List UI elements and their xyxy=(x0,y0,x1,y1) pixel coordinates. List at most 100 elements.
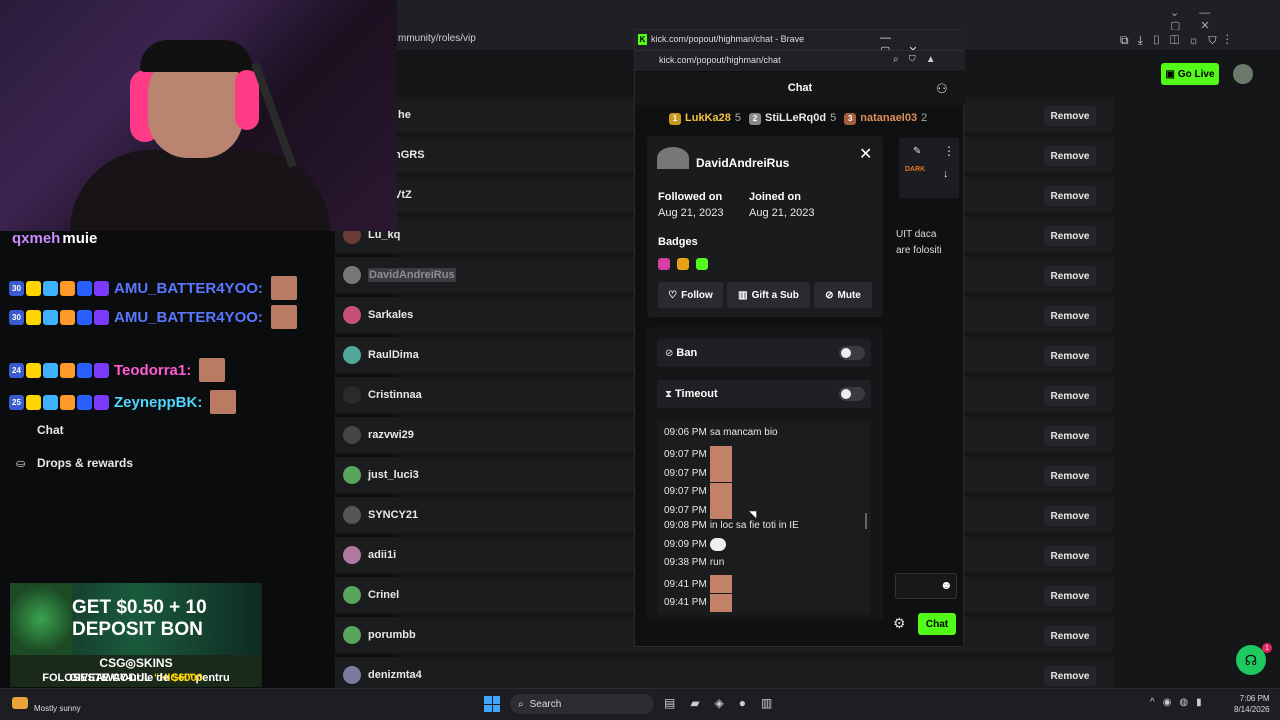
gifter-item[interactable]: 3 natanael03 2 xyxy=(844,112,927,125)
history-message: 09:09 PM xyxy=(664,538,726,551)
history-message: 09:41 PM xyxy=(664,575,732,593)
moderation-panel: ⊘ Ban ⧗ Timeout 09:06 PM sa mancam bio 09:… xyxy=(647,327,883,621)
top-gifters: 1 LukKa28 5 2 StiLLeRq0d 5 3 natanael03 2 xyxy=(669,112,935,125)
system-tray[interactable]: ^◉◍▮ xyxy=(1150,697,1210,708)
follow-button[interactable]: ♡ Follow xyxy=(658,282,723,308)
vip-username[interactable]: porumbb xyxy=(368,629,416,641)
remove-button[interactable]: Remove xyxy=(1044,106,1096,126)
history-message: 09:38 PM run xyxy=(664,557,724,568)
vip-username[interactable]: SYNCY21 xyxy=(368,509,418,521)
vip-username[interactable]: nGRS xyxy=(394,149,425,161)
chat-title: Chat xyxy=(787,82,813,94)
users-icon[interactable]: ⚇ xyxy=(936,81,948,97)
badge-icon xyxy=(77,394,92,410)
vip-username[interactable]: denizmta4 xyxy=(368,669,422,681)
badge-icon xyxy=(60,309,75,325)
timeout-toggle[interactable] xyxy=(839,387,865,401)
history-time: 09:38 PM xyxy=(664,556,707,568)
expand-down-icon[interactable]: ↓ xyxy=(943,168,949,180)
message-history[interactable]: 09:06 PM sa mancam bio 09:07 PM 09:07 PM 09:… xyxy=(657,423,871,615)
chat-username: Teodorra1: xyxy=(114,361,192,379)
popup-url-icons[interactable]: ⌕⛉▲ xyxy=(893,54,946,65)
remove-button[interactable]: Remove xyxy=(1044,146,1096,166)
vip-username[interactable]: Cristinnaa xyxy=(368,389,422,401)
remove-button[interactable]: Remove xyxy=(1044,626,1096,646)
remove-button[interactable]: Remove xyxy=(1044,506,1096,526)
remove-button[interactable]: Remove xyxy=(1044,306,1096,326)
remove-button[interactable]: Remove xyxy=(1044,266,1096,286)
send-chat-button[interactable]: Chat xyxy=(918,613,956,635)
vip-username[interactable]: DavidAndreiRus xyxy=(368,268,456,282)
emoji-icon[interactable]: ☻ xyxy=(940,578,953,592)
history-scrollbar[interactable] xyxy=(865,513,867,529)
mute-label: Mute xyxy=(837,289,861,301)
history-message: 09:07 PM xyxy=(664,464,732,482)
chat-input[interactable]: ☻ xyxy=(895,573,957,599)
og-badge-icon xyxy=(696,258,708,270)
remove-button[interactable]: Remove xyxy=(1044,386,1096,406)
taskbar-clock[interactable]: 7:06 PM 8/14/2026 xyxy=(1234,693,1270,715)
history-emote xyxy=(709,501,732,519)
close-icon[interactable]: ✕ xyxy=(859,144,872,164)
gift-sub-button[interactable]: ▥ Gift a Sub xyxy=(727,282,810,308)
sidebar-item-drops[interactable]: Drops & rewards xyxy=(37,456,133,470)
vip-username[interactable]: he xyxy=(398,109,411,121)
history-message: 09:08 PM in loc sa fie toti in IE xyxy=(664,520,799,531)
go-live-label: Go Live xyxy=(1177,68,1215,80)
ad-headline: GET $0.50 + 10 xyxy=(72,597,207,618)
pin-icon[interactable]: ✎ xyxy=(913,146,921,157)
remove-button[interactable]: Remove xyxy=(1044,346,1096,366)
remove-button[interactable]: Remove xyxy=(1044,466,1096,486)
badge-icon xyxy=(60,362,75,378)
vip-username[interactable]: RaulDima xyxy=(368,349,419,361)
pinned-message[interactable]: ✎ ⋮ DARK ↓ xyxy=(899,138,959,198)
profile-avatar[interactable] xyxy=(1233,64,1253,84)
chat-username: qxmeh xyxy=(12,230,61,247)
vip-badge-icon xyxy=(677,258,689,270)
clock-date: 8/14/2026 xyxy=(1234,705,1270,714)
vip-username[interactable]: adii1i xyxy=(368,549,396,561)
mute-button[interactable]: ⊘ Mute xyxy=(814,282,872,308)
gifter-count: 5 xyxy=(830,112,837,124)
user-avatar xyxy=(343,626,361,644)
remove-button[interactable]: Remove xyxy=(1044,546,1096,566)
vip-username[interactable]: Crinel xyxy=(368,589,399,601)
headphone-right xyxy=(235,70,259,130)
sidebar-item-chat[interactable]: Chat xyxy=(37,423,64,437)
taskbar-apps[interactable]: ▤▰◈●▥ xyxy=(664,696,787,710)
history-time: 09:06 PM xyxy=(664,427,707,438)
remove-button[interactable]: Remove xyxy=(1044,186,1096,206)
remove-button[interactable]: Remove xyxy=(1044,586,1096,606)
user-avatar xyxy=(343,386,361,404)
gifter-item[interactable]: 2 StiLLeRq0d 5 xyxy=(748,112,837,125)
user-card-username[interactable]: DavidAndreiRus xyxy=(696,156,789,170)
gift-icon: ▥ xyxy=(738,289,748,301)
remove-button[interactable]: Remove xyxy=(1044,666,1096,686)
taskbar-weather[interactable]: Mostly sunny xyxy=(34,704,81,713)
go-live-button[interactable]: ▣ Go Live xyxy=(1161,63,1219,85)
history-time: 09:07 PM xyxy=(664,486,707,497)
ad-mascot xyxy=(10,583,72,655)
history-message: 09:07 PM xyxy=(664,445,732,464)
vip-username[interactable]: Sarkales xyxy=(368,309,413,321)
ban-toggle[interactable] xyxy=(839,346,865,360)
user-avatar xyxy=(343,586,361,604)
vip-username[interactable]: razvwi29 xyxy=(368,429,414,441)
start-button[interactable] xyxy=(484,696,500,712)
more-options-icon[interactable]: ⋮ xyxy=(943,144,955,158)
badge-icon xyxy=(43,280,58,296)
settings-gear-icon[interactable]: ⚙ xyxy=(893,615,906,632)
heart-icon: ♡ xyxy=(668,289,678,301)
sub-badge-icon xyxy=(658,258,670,270)
vip-username[interactable]: just_luci3 xyxy=(368,469,419,481)
gifter-name: natanael03 xyxy=(860,112,918,124)
history-text: sa mancam bio xyxy=(709,427,778,438)
gifter-item[interactable]: 1 LukKa28 5 xyxy=(669,112,741,125)
extensions-toolbar[interactable]: ⧉⤓▯◫☼⛉⋮ xyxy=(1120,33,1238,48)
chat-emote xyxy=(270,305,297,329)
remove-button[interactable]: Remove xyxy=(1044,226,1096,246)
timeout-row: ⧗ Timeout xyxy=(657,380,871,408)
window-controls[interactable]: ⌄—▢✕ xyxy=(1170,6,1280,32)
remove-button[interactable]: Remove xyxy=(1044,426,1096,446)
taskbar-search[interactable]: ⌕ Search xyxy=(510,694,654,714)
